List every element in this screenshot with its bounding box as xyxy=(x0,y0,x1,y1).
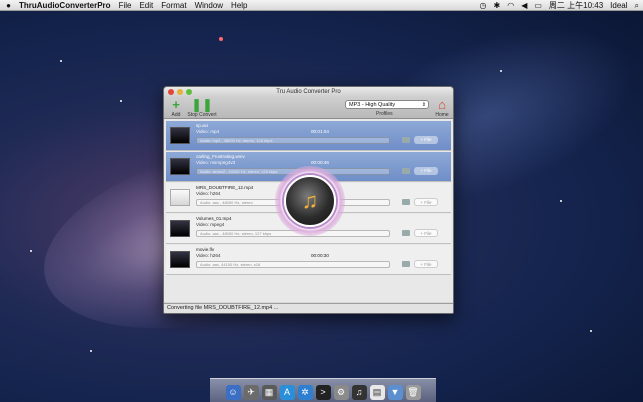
video-thumbnail xyxy=(170,220,190,237)
finder-icon[interactable]: ☺ xyxy=(225,385,241,400)
add-file-button[interactable]: + File xyxy=(414,229,438,237)
wallpaper-star xyxy=(90,350,92,352)
apple-menu-icon[interactable]: ● xyxy=(4,0,13,11)
folder-icon[interactable] xyxy=(402,199,410,205)
menu-format[interactable]: Format xyxy=(161,0,186,11)
spotlight-search-icon[interactable]: ⌕ xyxy=(635,0,639,11)
duration: 00:00:30 xyxy=(311,253,329,258)
bluetooth-icon[interactable]: ✱ xyxy=(494,0,501,11)
audio-track-select[interactable]: Audio: aac, 44100 Hz, stereo, s16 xyxy=(196,261,390,268)
menu-bar-extras: ◷ ✱ ◠ ◀ ▭ 周二 上午10:43 Ideal ⌕ xyxy=(480,0,639,11)
chevron-updown-icon: ⇕ xyxy=(421,102,426,108)
add-file-button[interactable]: + File xyxy=(414,136,438,144)
profile-select[interactable]: MP3 - High Quality ⇕ xyxy=(345,100,429,109)
app-store-icon[interactable]: A xyxy=(279,385,295,400)
add-file-button[interactable]: + File xyxy=(414,167,438,175)
menu-app-name[interactable]: ThruAudioConverterPro xyxy=(19,0,111,11)
safari-icon[interactable]: ✲ xyxy=(297,385,313,400)
volume-icon[interactable]: ◀ xyxy=(521,0,527,11)
tru-audio-converter-icon[interactable]: ♫ xyxy=(351,385,367,400)
folder-icon[interactable] xyxy=(402,137,410,143)
menu-help[interactable]: Help xyxy=(231,0,247,11)
status-bar: Converting file MRS_DOUBTFIRE_12.mp4 ... xyxy=(164,303,453,313)
home-button[interactable]: ⌂ Home xyxy=(432,97,452,119)
minimize-window-button[interactable] xyxy=(177,89,183,95)
add-button[interactable]: + Add xyxy=(168,97,184,119)
terminal-icon[interactable]: > xyxy=(315,385,331,400)
profile-select-value: MP3 - High Quality xyxy=(349,102,396,108)
folder-icon[interactable] xyxy=(402,230,410,236)
music-note-disc-icon: ♫ xyxy=(284,175,336,227)
wallpaper-star xyxy=(590,330,592,332)
video-info: Video: msmpeg4v3 xyxy=(196,160,236,165)
file-name: MRS_DOUBTFIRE_12.mp4 xyxy=(196,185,254,190)
stop-convert-button[interactable]: ❚❚ Stop Convert xyxy=(186,97,218,119)
video-thumbnail xyxy=(170,127,190,144)
wallpaper-star xyxy=(219,37,223,41)
video-info: Video: mpeg4 xyxy=(196,222,225,227)
trash-icon[interactable]: 🗑 xyxy=(405,385,421,400)
file-name: movie.flv xyxy=(196,247,215,252)
menu-edit[interactable]: Edit xyxy=(139,0,153,11)
mission-control-icon[interactable]: ▦ xyxy=(261,385,277,400)
wallpaper-star xyxy=(560,200,562,202)
menu-bar: ● ThruAudioConverterPro File Edit Format… xyxy=(0,0,643,11)
downloads-folder-icon[interactable]: ▼ xyxy=(387,385,403,400)
profiles-label: Profiles xyxy=(376,111,393,117)
audio-track-select[interactable]: Audio: mp3 , 48000 Hz, stereo, 128 kbps xyxy=(196,137,390,144)
duration: 00:01:04 xyxy=(311,129,329,134)
plus-icon: + xyxy=(172,97,180,112)
file-name: Volumes_01.mp4 xyxy=(196,216,232,221)
toolbar: + Add ❚❚ Stop Convert MP3 - High Quality… xyxy=(164,97,453,119)
music-note-icon: ♫ xyxy=(301,188,319,213)
wifi-icon[interactable]: ◠ xyxy=(507,0,514,11)
wallpaper-star xyxy=(60,60,62,62)
battery-icon[interactable]: ▭ xyxy=(534,0,542,11)
document-icon[interactable]: ▤ xyxy=(369,385,385,400)
user-name[interactable]: Ideal xyxy=(610,0,627,11)
zoom-window-button[interactable] xyxy=(186,89,192,95)
folder-icon[interactable] xyxy=(402,261,410,267)
video-info: Video: h264 xyxy=(196,191,221,196)
clock[interactable]: 周二 上午10:43 xyxy=(549,0,603,11)
duration: 00:00:46 xyxy=(311,160,329,165)
window-title: Tru Audio Converter Pro xyxy=(276,89,341,95)
menu-file[interactable]: File xyxy=(119,0,132,11)
time-machine-icon[interactable]: ◷ xyxy=(480,0,487,11)
video-thumbnail xyxy=(170,189,190,206)
stop-convert-label: Stop Convert xyxy=(187,112,217,118)
wallpaper-star xyxy=(500,70,502,72)
video-thumbnail xyxy=(170,158,190,175)
system-preferences-icon[interactable]: ⚙ xyxy=(333,385,349,400)
home-icon: ⌂ xyxy=(438,97,446,112)
window-titlebar[interactable]: Tru Audio Converter Pro xyxy=(164,87,453,97)
file-row[interactable]: sp.avi Video: mp4 00:01:04 Audio: mp3 , … xyxy=(166,121,451,151)
file-row[interactable]: movie.flv Video: h264 00:00:30 Audio: aa… xyxy=(166,245,451,275)
file-name: carling_Frustrating.wmv xyxy=(196,154,245,159)
window-controls xyxy=(168,89,192,95)
launchpad-icon[interactable]: ✈ xyxy=(243,385,259,400)
menu-window[interactable]: Window xyxy=(195,0,223,11)
close-window-button[interactable] xyxy=(168,89,174,95)
add-label: Add xyxy=(171,112,181,118)
wallpaper-star xyxy=(30,250,32,252)
add-file-button[interactable]: + File xyxy=(414,198,438,206)
home-label: Home xyxy=(435,112,449,118)
wallpaper-star xyxy=(120,100,122,102)
video-thumbnail xyxy=(170,251,190,268)
video-info: Video: h264 xyxy=(196,253,221,258)
dock: ☺ ✈ ▦ A ✲ > ⚙ ♫ ▤ ▼ 🗑 xyxy=(210,378,436,402)
pause-icon: ❚❚ xyxy=(191,97,213,112)
video-info: Video: mp4 xyxy=(196,129,220,134)
file-name: sp.avi xyxy=(196,123,209,128)
add-file-button[interactable]: + File xyxy=(414,260,438,268)
folder-icon[interactable] xyxy=(402,168,410,174)
